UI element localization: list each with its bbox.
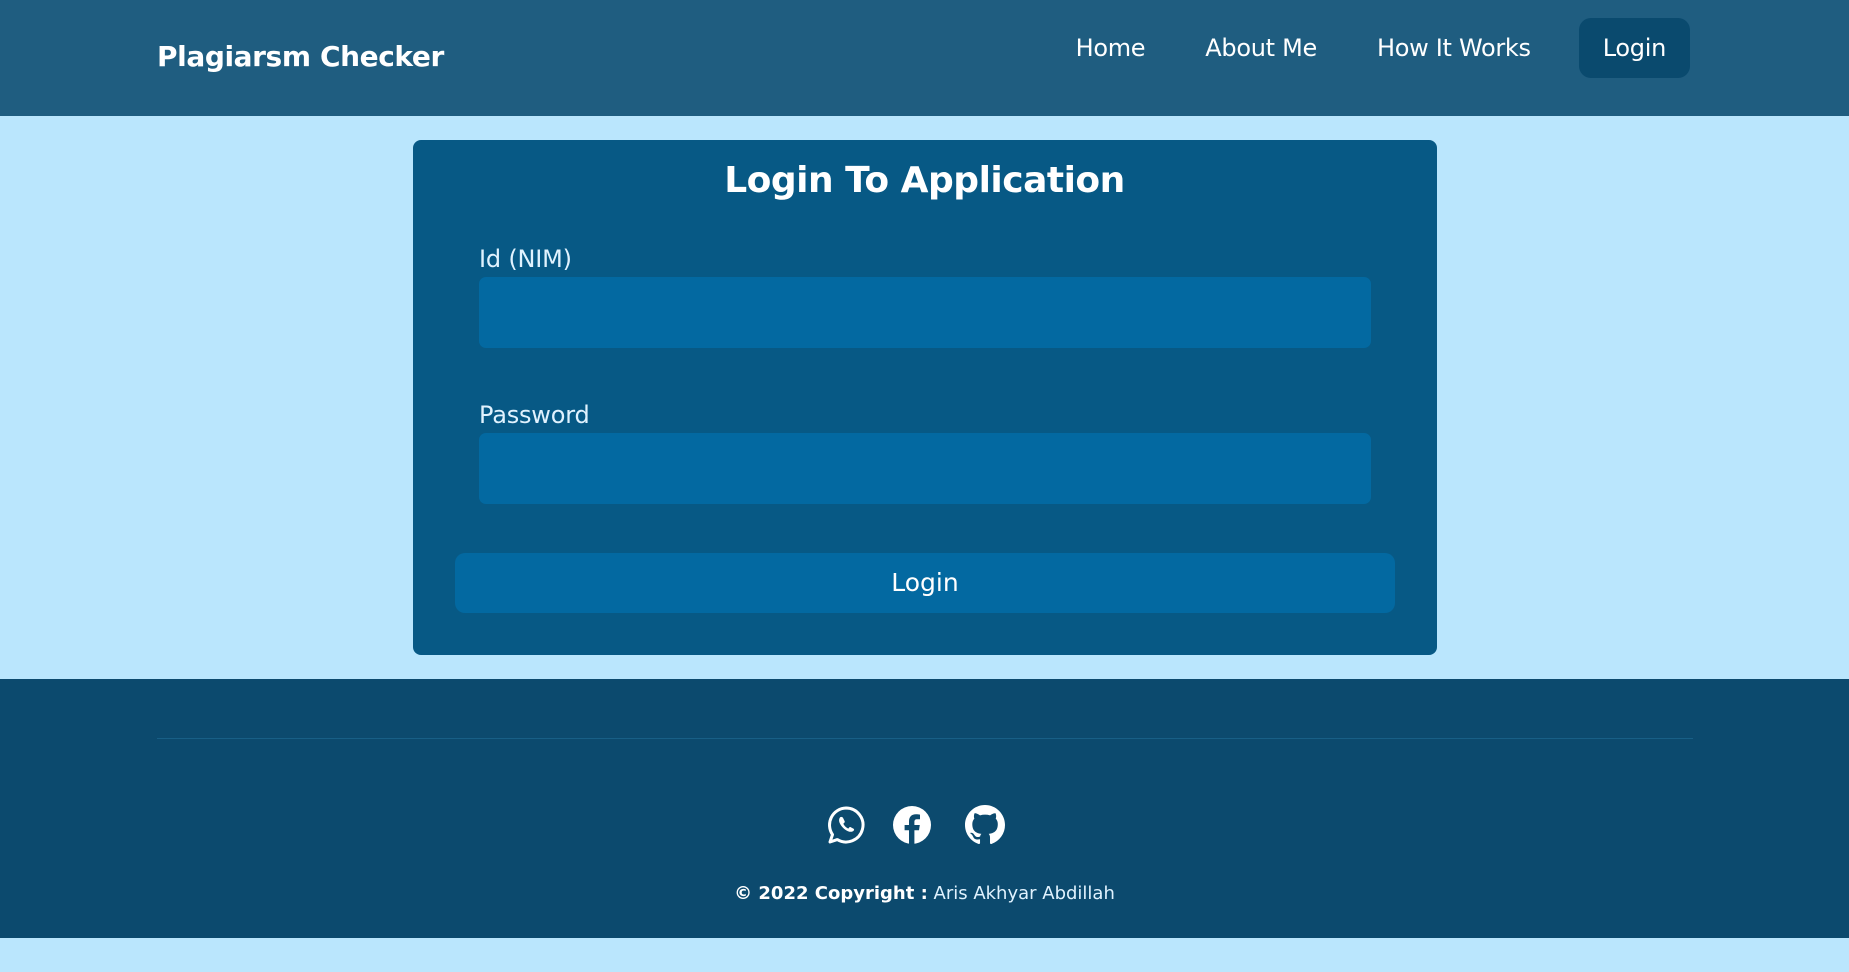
login-submit-button[interactable]: Login xyxy=(455,553,1395,613)
nav-about-me-link[interactable]: About Me xyxy=(1205,18,1317,78)
footer-divider xyxy=(157,738,1693,739)
login-title: Login To Application xyxy=(724,160,1125,201)
id-input[interactable] xyxy=(479,277,1371,348)
password-input[interactable] xyxy=(479,433,1371,504)
password-field-label: Password xyxy=(479,401,590,429)
copyright-text: © 2022 Copyright : Aris Akhyar Abdillah xyxy=(0,881,1849,907)
nav-how-it-works-link[interactable]: How It Works xyxy=(1377,18,1531,78)
whatsapp-icon[interactable] xyxy=(826,805,866,845)
brand-logo-text[interactable]: Plagiarsm Checker xyxy=(157,37,444,77)
nav-links: Home About Me How It Works Login xyxy=(1050,18,1690,78)
footer: © 2022 Copyright : Aris Akhyar Abdillah xyxy=(0,679,1849,938)
copyright-author: Aris Akhyar Abdillah xyxy=(933,883,1115,904)
copyright-prefix: © 2022 Copyright : xyxy=(734,883,928,904)
nav-login-button[interactable]: Login xyxy=(1578,18,1690,78)
navbar: Plagiarsm Checker Home About Me How It W… xyxy=(0,0,1849,116)
github-icon[interactable] xyxy=(965,805,1005,845)
id-field-label: Id (NIM) xyxy=(479,245,572,273)
nav-home-link[interactable]: Home xyxy=(1076,18,1146,78)
facebook-icon[interactable] xyxy=(892,805,932,845)
